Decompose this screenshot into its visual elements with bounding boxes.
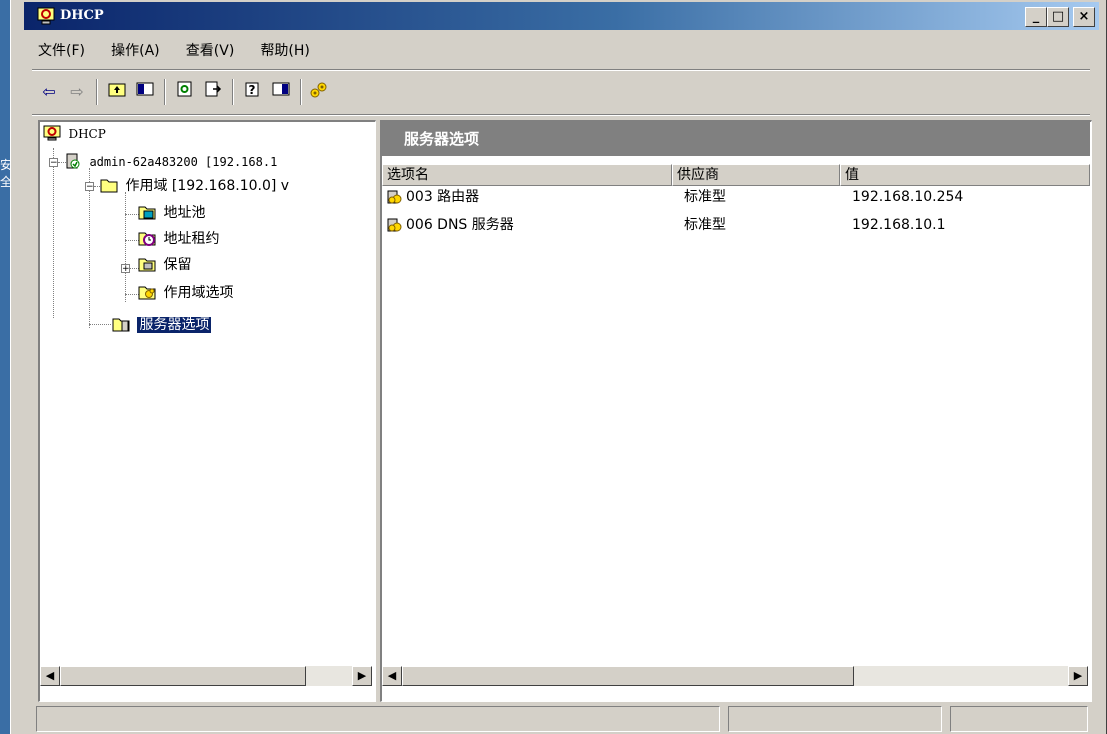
minimize-button[interactable]: _ xyxy=(1025,7,1047,27)
option-name: 003 路由器 xyxy=(406,189,480,205)
back-icon[interactable]: ⇦ xyxy=(38,81,60,103)
details-hscrollbar[interactable]: ◀ ▶ xyxy=(382,666,1088,686)
reservation-icon xyxy=(138,258,156,272)
folder-icon xyxy=(100,179,118,193)
collapse-server-toggle[interactable]: − xyxy=(49,158,58,168)
svg-text:?: ? xyxy=(249,83,256,97)
server-icon xyxy=(66,153,80,169)
tree-line xyxy=(125,240,139,241)
menu-help[interactable]: 帮助(H) xyxy=(260,36,309,66)
option-name: 006 DNS 服务器 xyxy=(406,217,514,233)
tree-item-reservations[interactable]: 保留 xyxy=(138,254,191,276)
expand-reservations-toggle[interactable]: + xyxy=(121,264,130,274)
tree-item-scope[interactable]: 作用域 [192.168.10.0] v xyxy=(100,175,289,197)
server-options-icon xyxy=(112,318,130,332)
status-panel-main xyxy=(36,706,720,732)
forward-icon[interactable]: ⇨ xyxy=(66,81,88,103)
status-bar xyxy=(32,704,1090,732)
address-pool-icon xyxy=(138,206,156,220)
option-value: 192.168.10.254 xyxy=(852,189,964,205)
toolbar-separator xyxy=(96,79,98,105)
help-icon[interactable]: ? xyxy=(242,81,264,103)
dhcp-icon xyxy=(43,125,61,141)
tree-label: 保留 xyxy=(163,257,192,273)
dhcp-icon xyxy=(37,7,55,25)
desktop-side-text: 安全 xyxy=(0,158,10,189)
status-panel-2 xyxy=(728,706,942,732)
tree-label: 地址池 xyxy=(163,205,206,221)
toolbar: ⇦ ⇨ ? xyxy=(38,75,1088,111)
scroll-right-button[interactable]: ▶ xyxy=(1068,666,1088,686)
menu-bar: 文件(F) 操作(A) 查看(V) 帮助(H) xyxy=(38,36,332,66)
menu-action[interactable]: 操作(A) xyxy=(111,36,160,66)
tree-label: DHCP xyxy=(68,127,106,141)
scroll-thumb[interactable] xyxy=(402,666,854,686)
options-gear-icon xyxy=(138,286,156,300)
option-vendor: 标准型 xyxy=(684,217,726,233)
tree-line xyxy=(125,294,139,295)
option-gear-icon xyxy=(386,217,404,240)
tree-item-leases[interactable]: 地址租约 xyxy=(138,228,219,250)
console-icon[interactable] xyxy=(270,81,292,103)
column-header-option-name[interactable]: 选项名 xyxy=(382,164,672,186)
table-row[interactable]: 003 路由器 标准型 192.168.10.254 xyxy=(382,186,1090,208)
tree-item-address-pool[interactable]: 地址池 xyxy=(138,202,205,224)
option-gear-icon xyxy=(386,189,404,212)
column-header-bar: 选项名 供应商 值 xyxy=(382,164,1090,186)
status-panel-3 xyxy=(950,706,1088,732)
menu-view[interactable]: 查看(V) xyxy=(186,36,235,66)
properties-icon[interactable] xyxy=(174,81,196,103)
show-tree-icon[interactable] xyxy=(134,81,156,103)
tree-item-dhcp-root[interactable]: DHCP xyxy=(43,123,106,145)
toolbar-separator xyxy=(232,79,234,105)
tree-line xyxy=(125,192,126,302)
tree-line xyxy=(53,148,54,318)
maximize-button[interactable]: □ xyxy=(1047,7,1069,27)
tree-line xyxy=(89,324,111,325)
close-button[interactable]: × xyxy=(1073,7,1095,27)
tree-item-server[interactable]: admin-62a483200 [192.168.1 xyxy=(64,151,277,173)
tree-line xyxy=(89,168,90,328)
tree-line xyxy=(125,214,139,215)
tree-item-scope-options[interactable]: 作用域选项 xyxy=(138,282,233,304)
tree-label: 作用域选项 xyxy=(163,285,234,301)
scroll-left-button[interactable]: ◀ xyxy=(382,666,402,686)
tree-label: admin-62a483200 [192.168.1 xyxy=(89,155,278,169)
tree-label-selected: 服务器选项 xyxy=(136,316,213,334)
menu-file[interactable]: 文件(F) xyxy=(38,36,85,66)
tree-pane[interactable]: − − + DHCP admin-62a483200 [192.168.1 作用… xyxy=(38,120,376,702)
window-title: DHCP xyxy=(60,8,104,23)
column-header-value[interactable]: 值 xyxy=(840,164,1090,186)
scroll-left-button[interactable]: ◀ xyxy=(40,666,60,686)
column-header-vendor[interactable]: 供应商 xyxy=(672,164,840,186)
table-row[interactable]: 006 DNS 服务器 标准型 192.168.10.1 xyxy=(382,214,1090,236)
dhcp-window: DHCP _ □ × 文件(F) 操作(A) 查看(V) 帮助(H) ⇦ ⇨ ? xyxy=(10,0,1107,734)
tree-item-server-options[interactable]: 服务器选项 xyxy=(112,314,213,336)
tree-label: 地址租约 xyxy=(163,231,220,247)
toolbar-separator xyxy=(164,79,166,105)
scroll-thumb[interactable] xyxy=(60,666,306,686)
title-bar[interactable]: DHCP _ □ × xyxy=(24,2,1099,30)
toolbar-separator-line xyxy=(32,114,1090,116)
toolbar-separator xyxy=(300,79,302,105)
export-icon[interactable] xyxy=(202,81,224,103)
lease-clock-icon xyxy=(138,232,156,246)
details-header: 服务器选项 xyxy=(382,122,1090,156)
tree-hscrollbar[interactable]: ◀ ▶ xyxy=(40,666,372,686)
scroll-right-button[interactable]: ▶ xyxy=(352,666,372,686)
wizard-icon[interactable] xyxy=(308,81,330,103)
tree-label: 作用域 [192.168.10.0] v xyxy=(125,178,290,194)
collapse-scope-toggle[interactable]: − xyxy=(85,182,94,192)
menu-separator xyxy=(32,69,1090,71)
option-vendor: 标准型 xyxy=(684,189,726,205)
option-value: 192.168.10.1 xyxy=(852,217,946,233)
up-folder-icon[interactable] xyxy=(106,81,128,103)
details-pane[interactable]: 服务器选项 选项名 供应商 值 003 路由器 标准型 192.168.10.2… xyxy=(380,120,1092,702)
